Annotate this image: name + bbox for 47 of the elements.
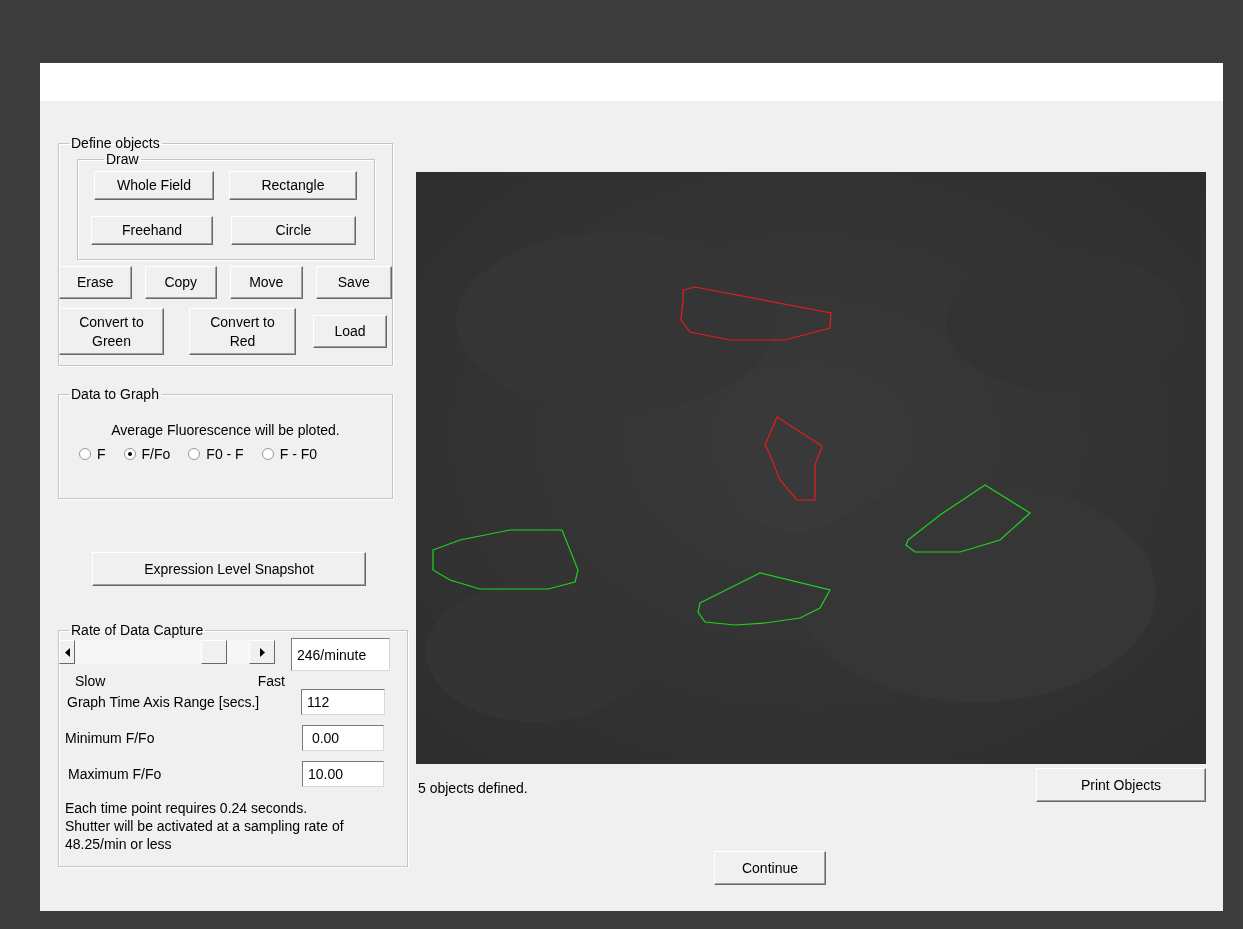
continue-button[interactable]: Continue [714,851,826,885]
scroll-right-button[interactable] [249,640,275,664]
status-text: 5 objects defined. [418,780,528,796]
draw-button[interactable]: Whole Field [94,171,214,200]
load-button[interactable]: Load [313,315,387,348]
right-arrow-icon [259,647,265,657]
fast-label: Fast [257,673,285,689]
radio-option[interactable]: F [79,446,106,462]
rate-field[interactable]: 246/minute [291,638,390,671]
field-label: Graph Time Axis Range [secs.] [67,694,260,710]
print-button[interactable]: Print Objects [1036,768,1206,802]
draw-button[interactable]: Freehand [91,216,213,245]
number-field[interactable]: 10.00 [302,761,384,787]
convert-button[interactable]: Convert to Green [59,308,164,355]
timing-note: Each time point requires 0.24 seconds. Shutter will be activated at a sampling rate of 48.25/min or less [65,799,345,854]
field-label: Minimum F/Fo [65,730,155,746]
draw-button[interactable]: Rectangle [229,171,357,200]
group-label: Draw [105,151,140,167]
draw-button[interactable]: Circle [231,216,356,245]
action-button[interactable]: Move [230,266,303,299]
slow-label: Slow [75,673,106,689]
radio-button[interactable] [79,448,91,460]
left-arrow-icon [64,647,70,657]
caption-text: Average Fluorescence will be ploted. [110,422,341,438]
scroll-thumb[interactable] [200,640,227,664]
radio-option[interactable]: F0 - F [188,446,244,462]
group-label: Rate of Data Capture [70,622,205,638]
number-field[interactable]: 0.00 [302,725,384,751]
object-outline[interactable] [905,484,1031,553]
radio-button[interactable] [261,448,274,460]
radio-button[interactable] [123,448,136,460]
object-outline[interactable] [697,572,831,626]
group-label: Define objects [70,135,161,151]
radio-button[interactable] [188,448,201,460]
object-outline[interactable] [432,529,579,590]
action-button[interactable]: Save [315,266,392,299]
radio-option[interactable]: F - F0 [261,446,318,462]
action-button[interactable]: Erase [59,266,132,299]
radio-option[interactable]: F/Fo [123,446,171,462]
convert-button[interactable]: Convert to Red [189,308,296,355]
action-button[interactable]: Copy [144,266,217,299]
field-label: Maximum F/Fo [68,766,162,782]
scroll-left-button[interactable] [59,640,75,664]
number-field[interactable]: 112 [301,689,385,715]
rate-scrollbar[interactable] [59,640,275,664]
snapshot-button[interactable]: Expression Level Snapshot [92,552,366,586]
group-label: Data to Graph [70,386,160,402]
